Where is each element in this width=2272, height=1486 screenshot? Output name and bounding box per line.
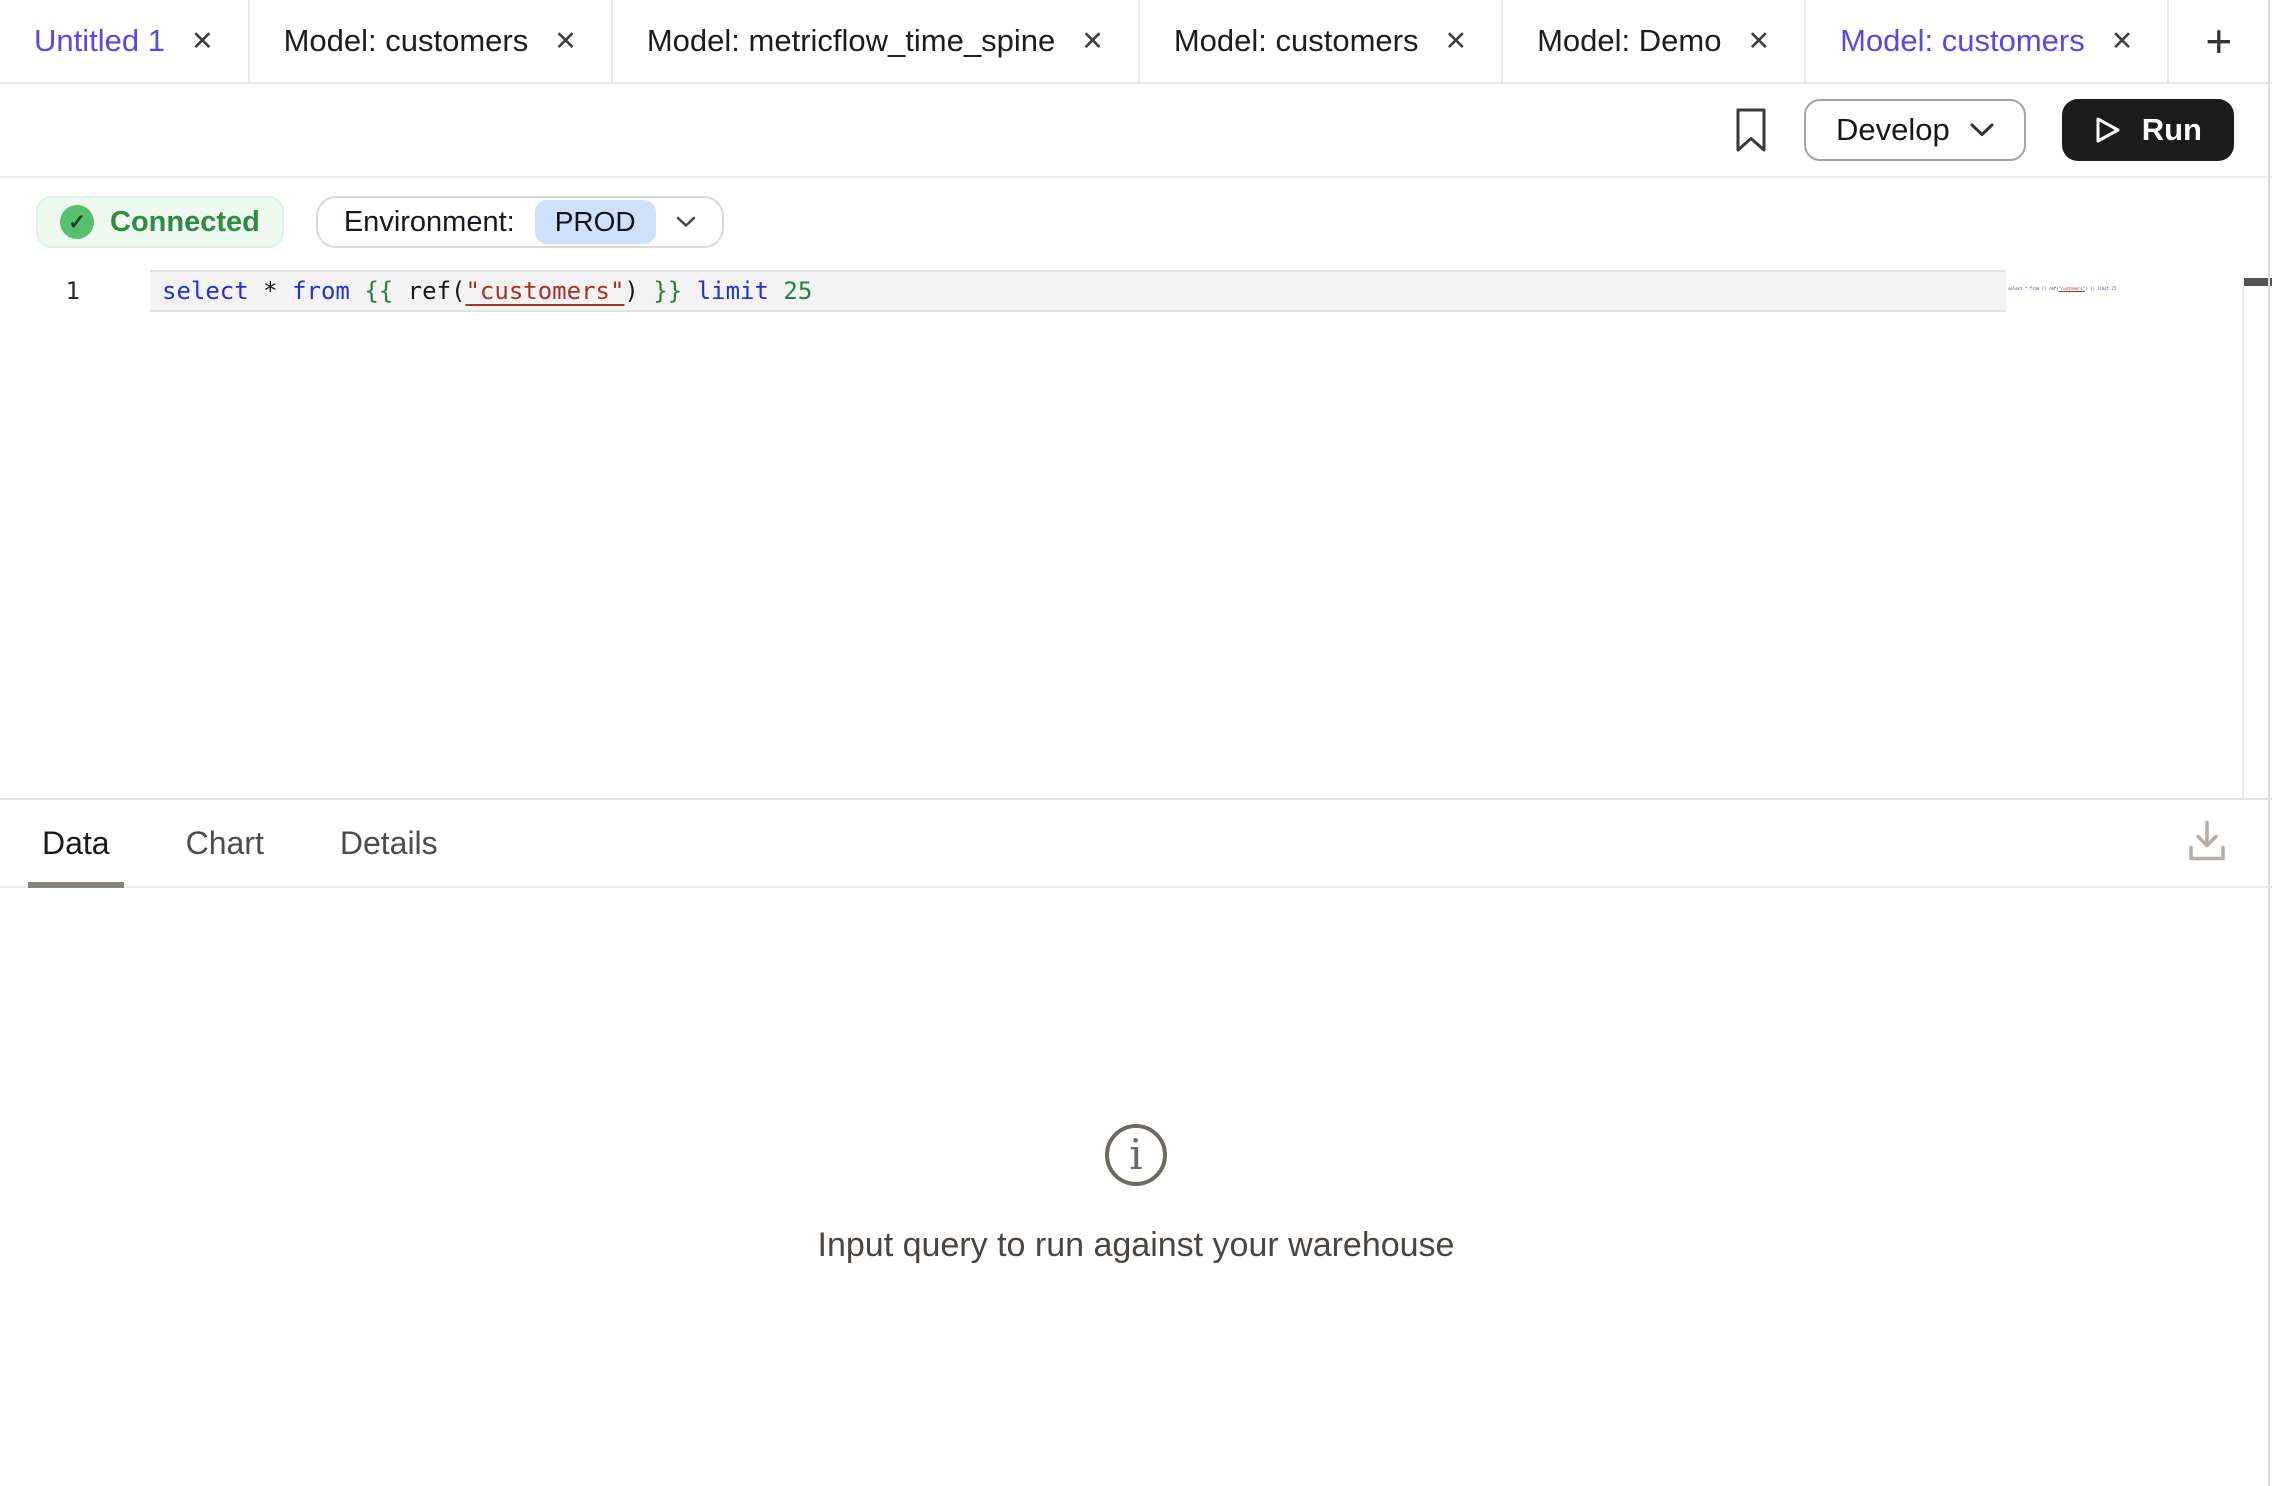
tab-chart[interactable]: Chart (172, 800, 278, 886)
code-token: ref( (408, 277, 466, 305)
download-icon (2184, 817, 2230, 865)
info-icon: i (1105, 1124, 1167, 1186)
minimap-token: {{ (2042, 286, 2049, 291)
environment-label: Environment: (344, 206, 515, 239)
minimap-token: "customers" (2059, 286, 2086, 291)
chevron-down-icon (676, 216, 696, 228)
code-token: * (263, 277, 292, 305)
close-icon[interactable]: ✕ (1081, 28, 1104, 55)
connected-status-label: Connected (110, 206, 260, 239)
code-line-1[interactable]: 1 select * from {{ ref("customers") }} l… (0, 270, 2272, 312)
minimap-token: ref( (2049, 286, 2059, 291)
code-token: 25 (783, 277, 812, 305)
develop-button-label: Develop (1836, 112, 1950, 148)
code-token: {{ (364, 277, 407, 305)
run-button-label: Run (2142, 112, 2202, 148)
minimap-divider (2242, 286, 2244, 798)
tab-label: Untitled 1 (34, 23, 165, 59)
tab-label: Model: customers (1174, 23, 1419, 59)
code-token: }} (653, 277, 696, 305)
tab-model-demo[interactable]: Model: Demo ✕ (1503, 0, 1806, 82)
code-line-content: select * from {{ ref("customers") }} lim… (80, 270, 812, 312)
code-token: ) (624, 277, 653, 305)
download-button[interactable] (2184, 817, 2230, 870)
editor-toolbar: Develop Run (0, 84, 2272, 178)
code-token: limit (697, 277, 784, 305)
minimap-token: 25 (2112, 286, 2117, 291)
chevron-down-icon (1970, 123, 1994, 137)
minimap-token: from (2030, 286, 2042, 291)
bookmark-button[interactable] (1734, 107, 1768, 153)
info-icon-glyph: i (1129, 1134, 1142, 1176)
play-icon (2094, 115, 2122, 145)
editor-tab-bar: Untitled 1 ✕ Model: customers ✕ Model: m… (0, 0, 2272, 84)
tab-model-customers-1[interactable]: Model: customers ✕ (250, 0, 613, 82)
code-token: select (162, 277, 263, 305)
close-icon[interactable]: ✕ (1444, 28, 1467, 55)
code-token-ref-link[interactable]: "customers" (465, 277, 624, 305)
tab-untitled-1[interactable]: Untitled 1 ✕ (0, 0, 250, 82)
tab-chart-label: Chart (186, 825, 264, 862)
results-panel: Data Chart Details i Input query to run … (0, 798, 2272, 1486)
run-button[interactable]: Run (2062, 99, 2234, 161)
tab-details-label: Details (340, 825, 438, 862)
empty-state-message: Input query to run against your warehous… (818, 1226, 1455, 1265)
close-icon[interactable]: ✕ (554, 28, 577, 55)
environment-value-badge: PROD (535, 200, 656, 244)
tab-model-customers-3[interactable]: Model: customers ✕ (1806, 0, 2169, 82)
check-icon: ✓ (60, 205, 94, 239)
minimap-token: limit (2097, 286, 2111, 291)
window-right-edge (2268, 0, 2270, 1486)
new-tab-button[interactable]: + (2169, 0, 2268, 82)
minimap-token: select (2008, 286, 2025, 291)
results-tab-bar: Data Chart Details (0, 800, 2272, 888)
tab-data[interactable]: Data (28, 800, 124, 886)
tab-data-label: Data (42, 825, 110, 862)
tab-label: Model: Demo (1537, 23, 1721, 59)
tab-label: Model: metricflow_time_spine (647, 23, 1055, 59)
tab-model-metricflow-time-spine[interactable]: Model: metricflow_time_spine ✕ (613, 0, 1140, 82)
plus-icon: + (2205, 14, 2232, 68)
close-icon[interactable]: ✕ (2111, 28, 2134, 55)
code-token: from (292, 277, 364, 305)
environment-selector[interactable]: Environment: PROD (316, 196, 724, 248)
code-editor-pane: ✓ Connected Environment: PROD 1 select *… (0, 196, 2272, 798)
connection-status-row: ✓ Connected Environment: PROD (36, 196, 2272, 248)
bookmark-icon (1734, 107, 1768, 153)
close-icon[interactable]: ✕ (1747, 28, 1770, 55)
line-number: 1 (0, 270, 80, 312)
tab-label: Model: customers (284, 23, 529, 59)
code-editor[interactable]: 1 select * from {{ ref("customers") }} l… (0, 270, 2272, 312)
editor-minimap[interactable]: select * from {{ ref("customers") }} lim… (2008, 286, 2116, 292)
empty-state: i Input query to run against your wareho… (0, 1124, 2272, 1265)
tab-label: Model: customers (1840, 23, 2085, 59)
close-icon[interactable]: ✕ (191, 28, 214, 55)
ide-window: Untitled 1 ✕ Model: customers ✕ Model: m… (0, 0, 2272, 1486)
connected-status-badge: ✓ Connected (36, 196, 284, 248)
develop-button[interactable]: Develop (1804, 99, 2026, 161)
tab-details[interactable]: Details (326, 800, 452, 886)
tab-model-customers-2[interactable]: Model: customers ✕ (1140, 0, 1503, 82)
